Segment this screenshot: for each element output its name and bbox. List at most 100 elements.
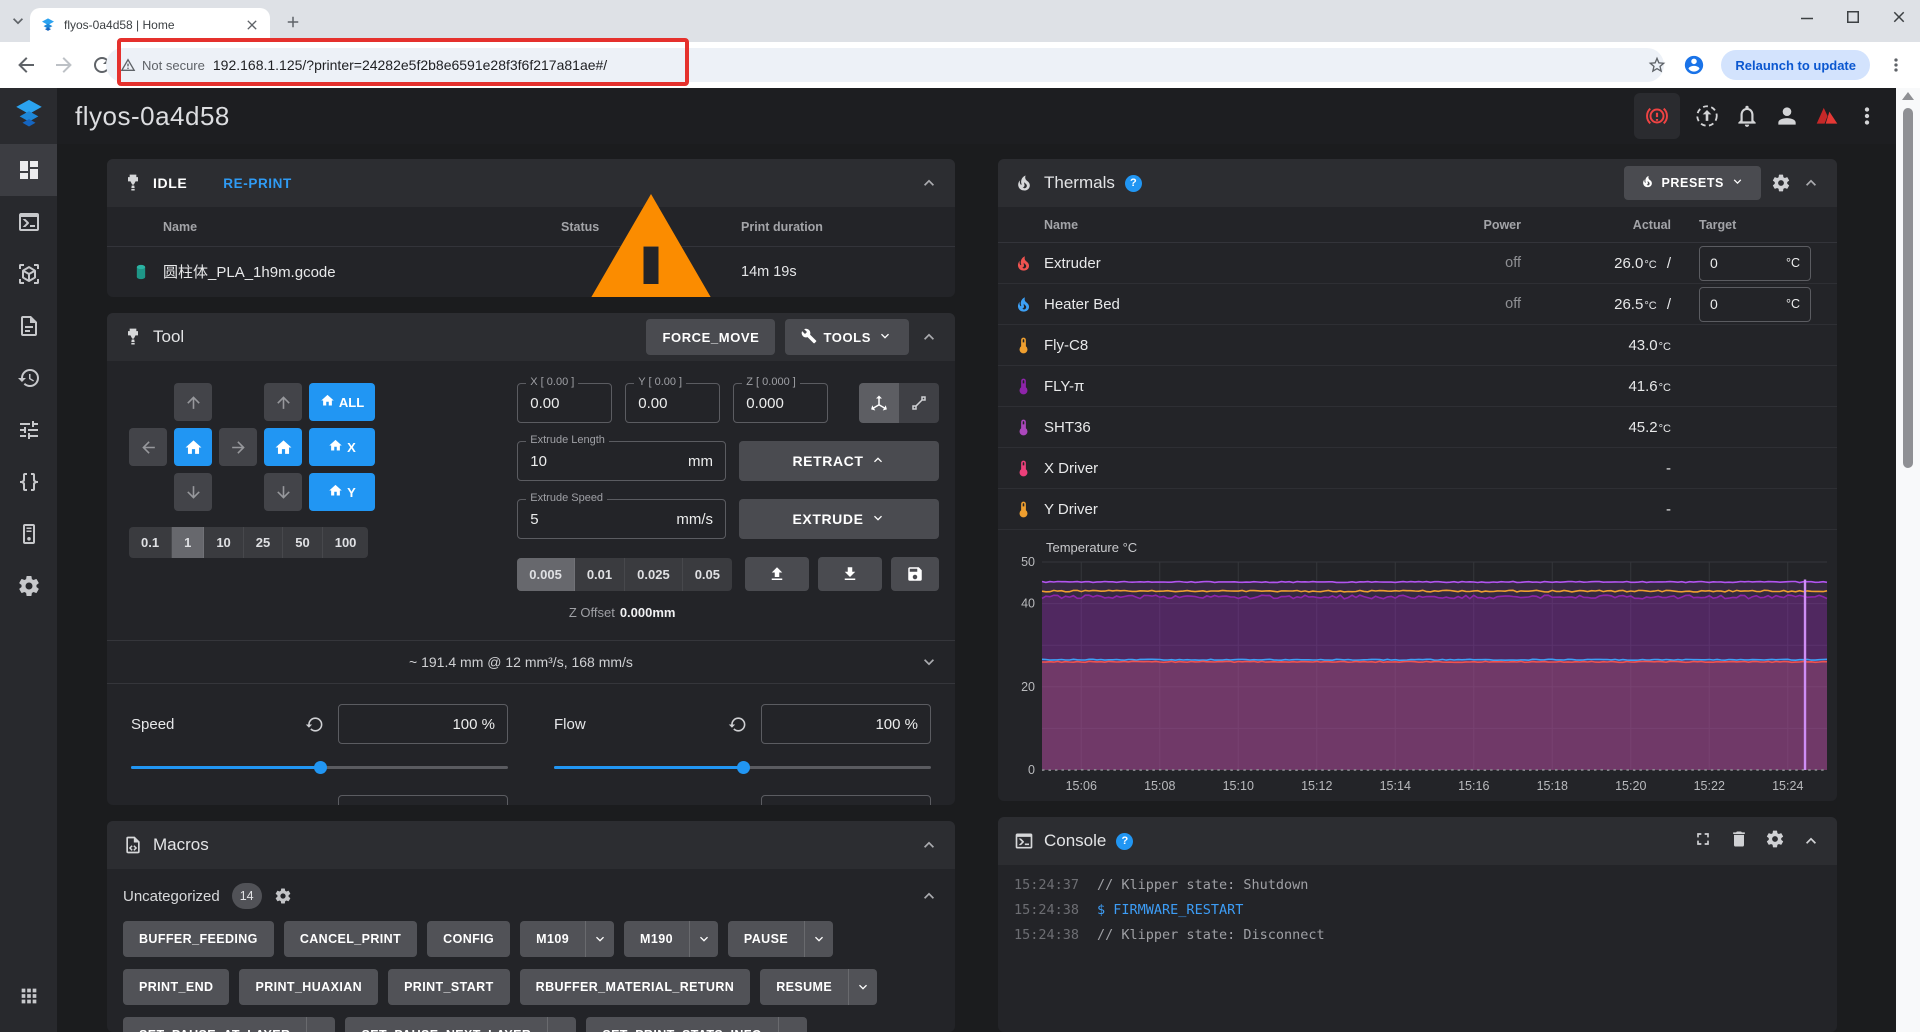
browser-tab[interactable]: flyos-0a4d58 | Home [30, 8, 270, 42]
macro-button-set_print_stats_info[interactable]: SET_PRINT_STATS_INFO [586, 1017, 807, 1032]
update-status-icon[interactable] [1694, 103, 1720, 129]
x-position-field[interactable]: X [ 0.00 ]0.00 [517, 383, 612, 423]
console-clear-icon[interactable] [1729, 829, 1749, 854]
user-account-icon[interactable] [1774, 103, 1800, 129]
tab-search-icon[interactable] [8, 11, 28, 31]
console-log[interactable]: 15:24:37// Klipper state: Shutdown15:24:… [998, 865, 1837, 964]
thermals-settings-icon[interactable] [1771, 173, 1791, 193]
thermals-help-icon[interactable] [1125, 175, 1142, 192]
slider-value-field[interactable]: 0.05 s [338, 795, 508, 805]
apps-grid-icon[interactable] [0, 978, 57, 1018]
extrude-step-0.005[interactable]: 0.005 [517, 558, 575, 591]
thermal-row-sht36[interactable]: SHT36 45.2°C [998, 407, 1837, 448]
emergency-stop-button[interactable] [1634, 93, 1680, 139]
window-close-button[interactable] [1890, 8, 1908, 26]
macro-button-set_pause_next_layer[interactable]: SET_PAUSE_NEXT_LAYER [345, 1017, 576, 1032]
app-logo[interactable] [0, 88, 57, 144]
presets-dropdown-button[interactable]: PRESETS [1624, 166, 1761, 200]
tab-close-icon[interactable] [244, 17, 260, 33]
macro-button-m190[interactable]: M190 [624, 921, 718, 957]
extrude-step-0.01[interactable]: 0.01 [575, 558, 625, 591]
macro-button-print_start[interactable]: PRINT_START [388, 969, 510, 1005]
macro-split-chevron[interactable] [804, 921, 833, 957]
slider-track[interactable] [554, 766, 931, 769]
move-x-minus-button[interactable] [129, 428, 167, 466]
sidebar-item-tune[interactable] [0, 404, 57, 456]
bookmark-star-icon[interactable] [1647, 55, 1667, 75]
security-chip[interactable]: Not secure [120, 57, 205, 73]
scrollbar-up-arrow[interactable] [1902, 92, 1914, 100]
extrude-step-0.025[interactable]: 0.025 [625, 558, 683, 591]
collapse-thermals-icon[interactable] [1801, 173, 1821, 193]
tools-dropdown-button[interactable]: TOOLS [785, 319, 909, 355]
stats-expand-icon[interactable] [919, 652, 939, 672]
macro-split-chevron[interactable] [848, 969, 877, 1005]
slider-value-field[interactable]: 100 % [338, 704, 508, 744]
extrusion-stats-row[interactable]: ~ 191.4 mm @ 12 mm³/s, 168 mm/s [107, 640, 955, 684]
thermal-row-y-driver[interactable]: Y Driver - [998, 489, 1837, 530]
extrude-speed-field[interactable]: Extrude Speed 5 mm/s [517, 499, 726, 539]
extrude-step-0.05[interactable]: 0.05 [683, 558, 732, 591]
macro-split-chevron[interactable] [306, 1017, 335, 1032]
macro-button-buffer_feeding[interactable]: BUFFER_FEEDING [123, 921, 274, 957]
retract-button[interactable]: RETRACT [739, 441, 939, 481]
console-settings-icon[interactable] [1765, 829, 1785, 854]
z-position-field[interactable]: Z [ 0.000 ]0.000 [733, 383, 828, 423]
y-position-field[interactable]: Y [ 0.00 ]0.00 [625, 383, 720, 423]
browser-menu-icon[interactable] [1886, 55, 1906, 75]
thermal-row-fly-π[interactable]: FLY-π 41.6°C [998, 366, 1837, 407]
home-x-button[interactable]: X [309, 428, 375, 466]
console-fullscreen-icon[interactable] [1693, 829, 1713, 854]
sidebar-item-dashboard[interactable] [0, 144, 57, 196]
window-minimize-button[interactable] [1798, 8, 1816, 26]
save-offset-button[interactable] [891, 557, 939, 591]
home-z-button[interactable] [264, 428, 302, 466]
window-maximize-button[interactable] [1844, 8, 1862, 26]
collapse-console-icon[interactable] [1801, 831, 1821, 851]
move-step-50[interactable]: 50 [283, 527, 322, 558]
macro-split-chevron[interactable] [585, 921, 614, 957]
move-y-plus-button[interactable] [174, 383, 212, 421]
slider-thumb[interactable] [314, 761, 327, 774]
collapse-tool-icon[interactable] [919, 327, 939, 347]
new-tab-button[interactable] [284, 13, 302, 31]
macro-button-rbuffer_material_return[interactable]: RBUFFER_MATERIAL_RETURN [520, 969, 751, 1005]
macro-button-print_end[interactable]: PRINT_END [123, 969, 229, 1005]
thermal-row-fly-c8[interactable]: Fly-C8 43.0°C [998, 325, 1837, 366]
macro-split-chevron[interactable] [547, 1017, 576, 1032]
macro-button-config[interactable]: CONFIG [427, 921, 510, 957]
macro-button-resume[interactable]: RESUME [760, 969, 877, 1005]
sidebar-item-jobs[interactable] [0, 300, 57, 352]
temperature-chart[interactable]: 15:0615:0815:1015:1215:1415:1615:1815:20… [998, 530, 1837, 801]
sidebar-item-system[interactable] [0, 508, 57, 560]
relaunch-to-update-button[interactable]: Relaunch to update [1721, 50, 1870, 80]
move-y-minus-button[interactable] [174, 473, 212, 511]
back-button[interactable] [14, 53, 38, 77]
notifications-bell-icon[interactable] [1734, 103, 1760, 129]
macro-button-cancel_print[interactable]: CANCEL_PRINT [284, 921, 417, 957]
absolute-mode-button[interactable] [859, 383, 899, 423]
relative-mode-button[interactable] [899, 383, 939, 423]
thermal-row-heater-bed[interactable]: Heater Bed off 26.5°C / 0°C [998, 284, 1837, 325]
profile-avatar-icon[interactable] [1683, 54, 1705, 76]
scrollbar-thumb[interactable] [1903, 108, 1913, 468]
macro-split-chevron[interactable] [778, 1017, 807, 1032]
reset-icon[interactable] [305, 715, 324, 734]
home-y-button[interactable]: Y [309, 473, 375, 511]
macro-group-settings-icon[interactable] [274, 887, 292, 905]
extrude-button[interactable]: EXTRUDE [739, 499, 939, 539]
reset-icon[interactable] [728, 715, 747, 734]
move-step-1[interactable]: 1 [172, 527, 204, 558]
app-menu-kebab-icon[interactable] [1854, 103, 1880, 129]
url-bar[interactable]: Not secure 192.168.1.125/?printer=24282e… [106, 48, 1664, 82]
extrude-length-field[interactable]: Extrude Length 10 mm [517, 441, 726, 481]
collapse-macros-icon[interactable] [919, 835, 939, 855]
url-text[interactable]: 192.168.1.125/?printer=24282e5f2b8e6591e… [213, 57, 607, 73]
home-xy-button[interactable] [174, 428, 212, 466]
collapse-macro-group-icon[interactable] [919, 886, 939, 906]
thermal-row-x-driver[interactable]: X Driver - [998, 448, 1837, 489]
macro-button-set_pause_at_layer[interactable]: SET_PAUSE_AT_LAYER [123, 1017, 335, 1032]
force-move-button[interactable]: FORCE_MOVE [646, 319, 775, 355]
target-input[interactable]: 0°C [1699, 287, 1811, 322]
sidebar-item-configuration[interactable] [0, 456, 57, 508]
